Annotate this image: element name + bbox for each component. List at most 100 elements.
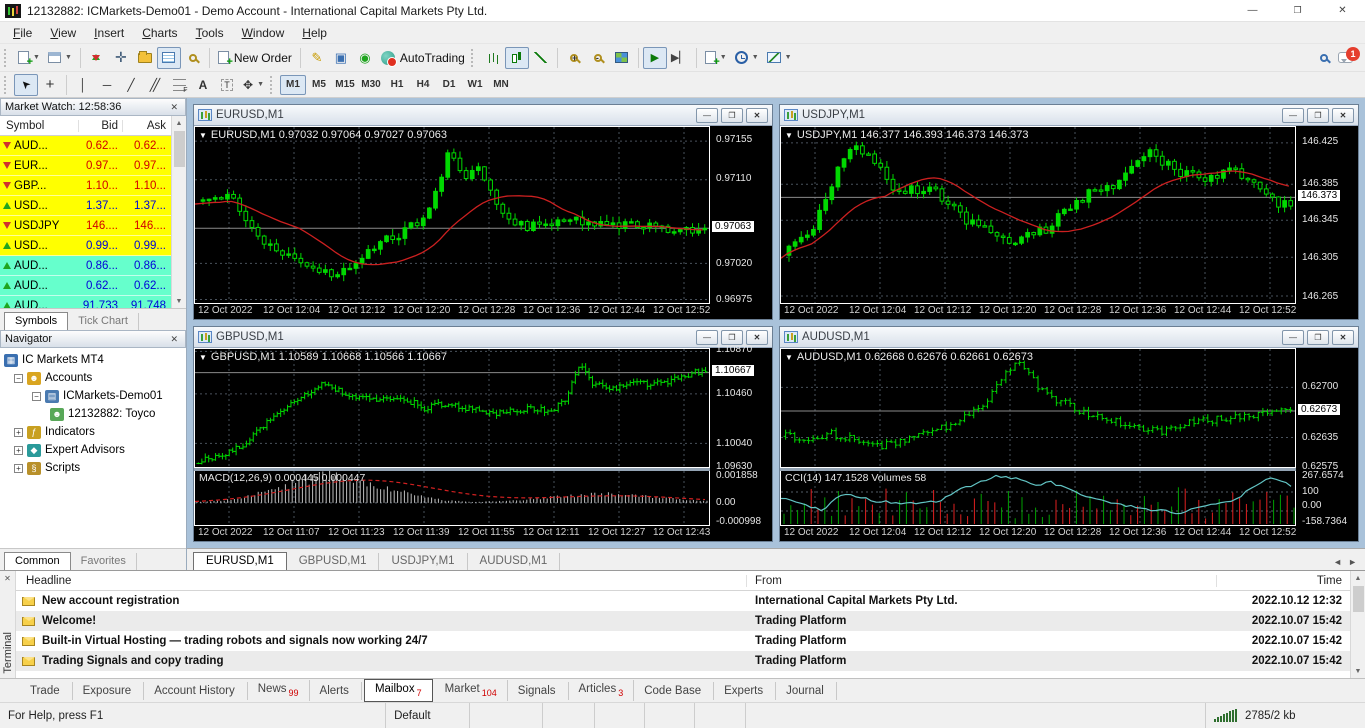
chart-shift-button[interactable]: ▶▏ [667, 47, 692, 69]
chart-close-button[interactable] [1332, 330, 1354, 345]
zoom-in-button[interactable]: + [562, 47, 586, 69]
menu-window[interactable]: Window [233, 24, 294, 42]
tab-news[interactable]: News99 [248, 680, 310, 701]
status-profile[interactable]: Default [385, 703, 469, 728]
price-chart[interactable]: ▼GBPUSD,M1 1.10589 1.10668 1.10566 1.106… [194, 348, 710, 468]
chart-tab-gbpusd[interactable]: GBPUSD,M1 [287, 553, 380, 570]
window-minimize-button[interactable] [1230, 0, 1275, 21]
market-watch-scrollbar[interactable]: ▲ ▼ [171, 116, 186, 308]
tree-item-scripts[interactable]: +§Scripts [4, 459, 186, 477]
chart-tab-audusd[interactable]: AUDUSD,M1 [468, 553, 561, 570]
terminal-close-icon[interactable]: ✕ [4, 571, 11, 586]
chart-tab-usdjpy[interactable]: USDJPY,M1 [379, 553, 467, 570]
market-watch-titlebar[interactable]: Market Watch: 12:58:36 ✕ [0, 98, 186, 116]
toolbar-grip[interactable] [4, 49, 10, 67]
indicators-button[interactable]: ▼ [701, 47, 731, 69]
metaeditor-button[interactable]: ✎ [305, 47, 329, 69]
mail-row[interactable]: Welcome! Trading Platform 2022.10.07 15:… [16, 611, 1350, 631]
vertical-line-button[interactable]: │ [71, 74, 95, 96]
templates-button[interactable]: ▼ [763, 47, 796, 69]
tab-tick-chart[interactable]: Tick Chart [68, 313, 139, 330]
candlestick-button[interactable] [505, 47, 529, 69]
tab-scroll-right-icon[interactable]: ► [1348, 557, 1357, 567]
tab-experts[interactable]: Experts [714, 682, 776, 700]
symbol-row[interactable]: AUD...91.73391.748 [0, 296, 171, 308]
connection-status[interactable]: 2785/2 kb [1205, 703, 1365, 728]
signals-button[interactable]: ◉ [353, 47, 377, 69]
chart-titlebar[interactable]: EURUSD,M1 [194, 105, 772, 126]
tree-item-account[interactable]: ☻12132882: Toyco [4, 405, 186, 423]
market-watch-button[interactable] [85, 47, 109, 69]
profiles-button[interactable]: ▼ [44, 47, 76, 69]
chart-close-button[interactable] [1332, 108, 1354, 123]
close-icon[interactable]: ✕ [167, 334, 181, 345]
trendline-button[interactable]: ╱ [119, 74, 143, 96]
chart-restore-button[interactable] [721, 330, 743, 345]
horizontal-line-button[interactable]: ─ [95, 74, 119, 96]
tab-code-base[interactable]: Code Base [634, 682, 714, 700]
chart-titlebar[interactable]: USDJPY,M1 [780, 105, 1358, 126]
timeframe-m5-button[interactable]: M5 [306, 75, 332, 95]
timeframe-m1-button[interactable]: M1 [280, 75, 306, 95]
menu-tools[interactable]: Tools [187, 24, 233, 42]
timeframe-mn-button[interactable]: MN [488, 75, 514, 95]
symbol-row[interactable]: USDJPY146....146.... [0, 216, 171, 236]
chart-restore-button[interactable] [721, 108, 743, 123]
search-icon[interactable] [1320, 54, 1328, 62]
timeframe-d1-button[interactable]: D1 [436, 75, 462, 95]
price-chart[interactable]: ▼USDJPY,M1 146.377 146.393 146.373 146.3… [780, 126, 1296, 304]
chart-close-button[interactable] [746, 108, 768, 123]
collapse-icon[interactable]: − [32, 392, 41, 401]
toolbar-grip[interactable] [270, 76, 276, 94]
terminal-scrollbar[interactable]: ▲ ▼ [1350, 571, 1365, 678]
macd-indicator-pane[interactable]: MACD(12,26,9) 0.000445 0.000447 [194, 471, 710, 526]
new-chart-button[interactable]: ▼ [14, 47, 44, 69]
tab-trade[interactable]: Trade [20, 682, 73, 700]
scrollbar-thumb[interactable] [174, 131, 185, 167]
line-chart-button[interactable] [529, 47, 553, 69]
tree-item-experts[interactable]: +◆Expert Advisors [4, 441, 186, 459]
arrows-button[interactable]: ✥▼ [239, 74, 268, 96]
mail-row[interactable]: Built-in Virtual Hosting — trading robot… [16, 631, 1350, 651]
timeframe-h1-button[interactable]: H1 [384, 75, 410, 95]
symbol-row[interactable]: USD...1.37...1.37... [0, 196, 171, 216]
tab-mailbox[interactable]: Mailbox7 [364, 679, 433, 702]
tab-account-history[interactable]: Account History [144, 682, 248, 700]
tab-favorites[interactable]: Favorites [71, 553, 137, 570]
expand-icon[interactable]: + [14, 464, 23, 473]
chart-close-button[interactable] [746, 330, 768, 345]
scroll-down-icon[interactable]: ▼ [1351, 664, 1365, 678]
new-order-button[interactable]: New Order [214, 47, 296, 69]
chart-titlebar[interactable]: AUDUSD,M1 [780, 327, 1358, 348]
scroll-up-icon[interactable]: ▲ [1351, 571, 1365, 585]
tab-market[interactable]: Market104 [435, 680, 508, 701]
toolbar-grip[interactable] [471, 49, 477, 67]
tree-item-accounts[interactable]: −☻Accounts [4, 369, 186, 387]
chart-restore-button[interactable] [1307, 108, 1329, 123]
navigator-titlebar[interactable]: Navigator ✕ [0, 330, 186, 348]
expand-icon[interactable]: + [14, 428, 23, 437]
fibonacci-button[interactable] [167, 74, 191, 96]
timeframe-m15-button[interactable]: M15 [332, 75, 358, 95]
tab-scroll-left-icon[interactable]: ◄ [1333, 557, 1342, 567]
navigator-button[interactable] [133, 47, 157, 69]
symbol-row[interactable]: AUD...0.62...0.62... [0, 136, 171, 156]
expand-icon[interactable]: + [14, 446, 23, 455]
close-icon[interactable]: ✕ [167, 102, 181, 113]
scroll-down-icon[interactable]: ▼ [172, 294, 186, 308]
scroll-up-icon[interactable]: ▲ [172, 116, 186, 130]
collapse-icon[interactable]: − [14, 374, 23, 383]
chart-minimize-button[interactable] [696, 108, 718, 123]
menu-insert[interactable]: Insert [85, 24, 133, 42]
menu-file[interactable]: File [4, 24, 41, 42]
tree-item-indicators[interactable]: +ƒIndicators [4, 423, 186, 441]
tab-common[interactable]: Common [4, 552, 71, 570]
tab-exposure[interactable]: Exposure [73, 682, 145, 700]
symbol-row[interactable]: USD...0.99...0.99... [0, 236, 171, 256]
autotrading-button[interactable]: AutoTrading [377, 47, 469, 69]
window-close-button[interactable] [1320, 0, 1365, 21]
menu-help[interactable]: Help [293, 24, 336, 42]
zoom-out-button[interactable]: - [586, 47, 610, 69]
symbol-row[interactable]: AUD...0.86...0.86... [0, 256, 171, 276]
price-chart[interactable]: ▼EURUSD,M1 0.97032 0.97064 0.97027 0.970… [194, 126, 710, 304]
